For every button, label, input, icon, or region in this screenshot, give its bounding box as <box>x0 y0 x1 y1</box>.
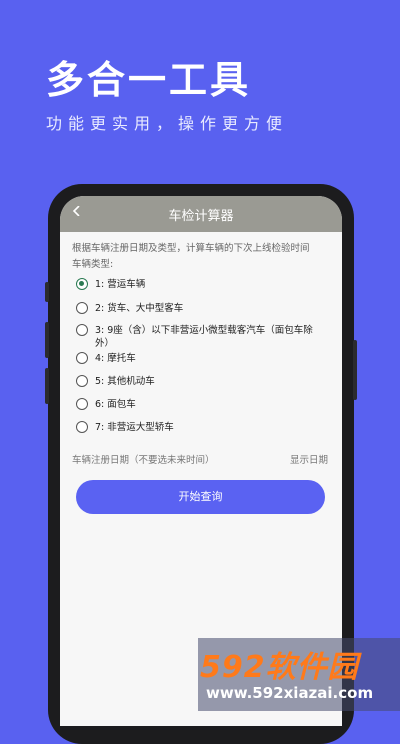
option-label: 6: 面包车 <box>95 399 136 410</box>
watermark-url: www.592xiazai.com <box>206 684 374 702</box>
radio-unselected[interactable] <box>76 375 88 387</box>
vehicle-type-option-2[interactable]: 2: 货车、大中型客车 <box>76 302 323 315</box>
option-label: 3: 9座（含）以下非营运小微型载客汽车（面包车除外） <box>95 325 313 349</box>
option-label: 2: 货车、大中型客车 <box>95 303 184 314</box>
radio-unselected[interactable] <box>76 324 88 336</box>
phone-side-button <box>45 282 49 302</box>
option-label: 5: 其他机动车 <box>95 376 155 387</box>
radio-unselected[interactable] <box>76 421 88 433</box>
phone-volume-up-button <box>45 322 49 358</box>
option-label: 7: 非营运大型轿车 <box>95 422 174 433</box>
watermark: 592软件园 www.592xiazai.com <box>198 638 400 711</box>
hero-title: 多合一工具 <box>46 58 252 102</box>
vehicle-type-option-1[interactable]: 1: 营运车辆 <box>76 278 323 291</box>
option-label: 4: 摩托车 <box>95 353 136 364</box>
phone-power-button <box>353 340 357 400</box>
vehicle-type-option-6[interactable]: 6: 面包车 <box>76 398 323 411</box>
description-text: 根据车辆注册日期及类型，计算车辆的下次上线检验时间 <box>72 243 310 254</box>
radio-selected[interactable] <box>76 278 88 290</box>
page-title: 车检计算器 <box>168 209 234 224</box>
option-label: 1: 营运车辆 <box>95 279 146 290</box>
radio-unselected[interactable] <box>76 302 88 314</box>
vehicle-type-label: 车辆类型: <box>72 259 114 270</box>
registration-date-picker[interactable]: 显示日期 <box>290 452 328 466</box>
vehicle-type-option-4[interactable]: 4: 摩托车 <box>76 352 323 365</box>
radio-unselected[interactable] <box>76 352 88 364</box>
vehicle-type-option-5[interactable]: 5: 其他机动车 <box>76 375 323 388</box>
radio-unselected[interactable] <box>76 398 88 410</box>
app-topbar: 车检计算器 <box>60 196 342 232</box>
registration-date-label: 车辆注册日期（不要选未来时间） <box>72 455 215 466</box>
hero-subtitle: 功能更实用，操作更方便 <box>46 114 289 133</box>
vehicle-type-option-7[interactable]: 7: 非营运大型轿车 <box>76 421 323 434</box>
vehicle-type-option-3[interactable]: 3: 9座（含）以下非营运小微型载客汽车（面包车除外） <box>76 324 323 350</box>
start-query-button[interactable]: 开始查询 <box>76 480 325 514</box>
phone-volume-down-button <box>45 368 49 404</box>
watermark-logo: 592软件园 <box>200 650 359 685</box>
